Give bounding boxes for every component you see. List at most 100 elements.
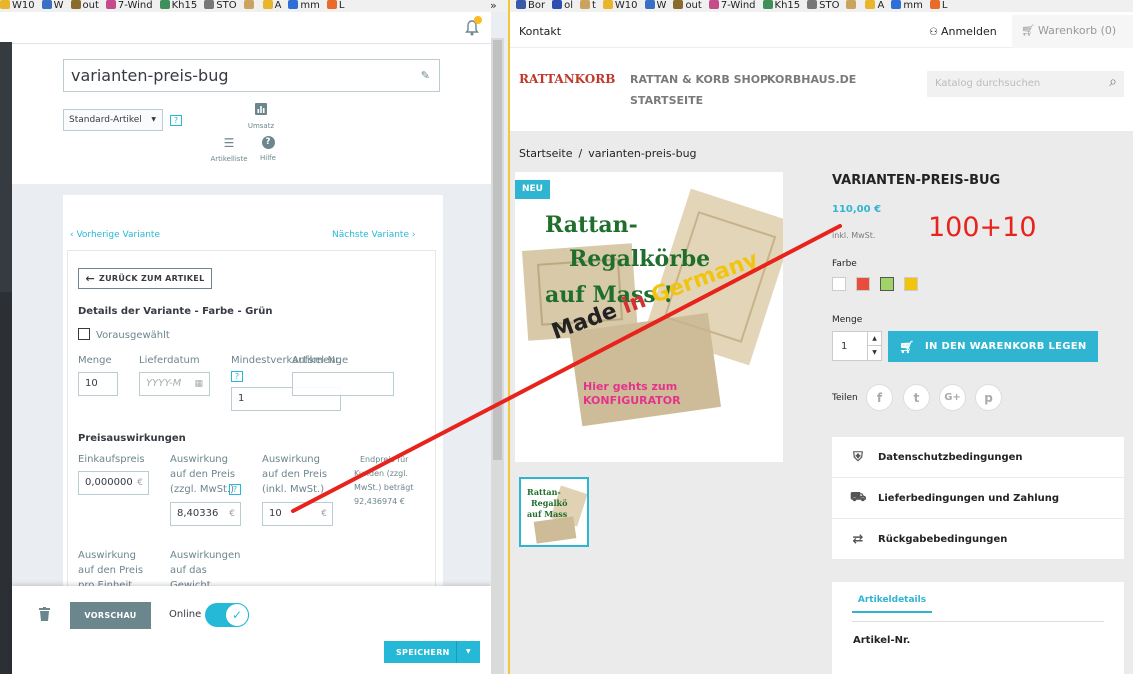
bookmark-favicon-icon bbox=[762, 0, 773, 9]
login-link[interactable]: ⚇ Anmelden bbox=[929, 25, 997, 38]
breadcrumb: Startseite / varianten-preis-bug bbox=[519, 147, 697, 160]
bookmark-item[interactable]: A bbox=[865, 0, 884, 11]
help-button[interactable]: ? Hilfe bbox=[256, 136, 280, 162]
quantity-input[interactable]: 10 bbox=[78, 372, 118, 396]
nav-korbhaus[interactable]: KORBHAUS.DE bbox=[767, 73, 856, 86]
qty-up-button[interactable]: ▲ bbox=[867, 332, 881, 346]
trash-icon[interactable] bbox=[39, 607, 50, 621]
pinterest-icon[interactable]: p bbox=[975, 384, 1002, 411]
google-plus-icon[interactable]: G+ bbox=[939, 384, 966, 411]
bookmark-item[interactable]: A bbox=[262, 0, 281, 11]
truck-icon: ⛟ bbox=[850, 489, 867, 505]
save-button[interactable]: SPEICHERN ▼ bbox=[384, 641, 480, 663]
bookmark-item[interactable]: Kh15 bbox=[159, 0, 197, 11]
bookmark-item[interactable]: STO bbox=[807, 0, 839, 11]
twitter-icon[interactable]: t bbox=[903, 384, 930, 411]
bookmark-item[interactable] bbox=[846, 0, 858, 11]
sales-stats-button[interactable]: Umsatz bbox=[246, 103, 276, 130]
product-image[interactable]: Rattan- Regalkörbe auf Mass ! Made in Ge… bbox=[515, 172, 783, 462]
contact-link[interactable]: Kontakt bbox=[519, 25, 561, 38]
bookmark-item[interactable]: mm bbox=[891, 0, 923, 11]
impact-excl-help-icon[interactable]: ? bbox=[229, 484, 241, 495]
bookmark-item[interactable]: STO bbox=[204, 0, 237, 11]
bookmark-item[interactable]: W bbox=[644, 0, 666, 11]
bookmark-item[interactable]: out bbox=[70, 0, 99, 11]
bookmark-label: out bbox=[685, 0, 702, 11]
tab-underline bbox=[852, 621, 1104, 622]
impact-incl-label: Auswirkung auf den Preis (inkl. MwSt.) bbox=[262, 454, 328, 495]
preselected-checkbox[interactable] bbox=[78, 328, 90, 340]
caret-down-icon[interactable]: ▼ bbox=[456, 641, 480, 663]
bookmark-favicon-icon bbox=[243, 0, 254, 9]
list-icon: ☰ bbox=[223, 136, 235, 150]
bookmark-item[interactable]: W bbox=[41, 0, 64, 11]
bookmark-item[interactable]: W10 bbox=[602, 0, 638, 11]
product-list-button[interactable]: ☰ Artikelliste bbox=[205, 137, 253, 163]
cart-link[interactable]: 🛒︎ Warenkorb (0) bbox=[1012, 15, 1133, 48]
swatch-red[interactable] bbox=[856, 277, 870, 291]
bookmark-favicon-icon bbox=[891, 0, 902, 9]
add-to-cart-button[interactable]: 🛒︎ IN DEN WARENKORB LEGEN bbox=[888, 331, 1098, 362]
bookmark-item[interactable]: Bor bbox=[516, 0, 545, 11]
impact-incl-input[interactable]: 10 € bbox=[262, 502, 333, 526]
nav-startseite[interactable]: STARTSEITE bbox=[630, 94, 703, 107]
new-badge: NEU bbox=[515, 180, 550, 199]
bookmark-item[interactable]: out bbox=[673, 0, 702, 11]
return-policy-block[interactable]: ⇄ Rückgabebedingungen bbox=[832, 519, 1124, 559]
product-name-input[interactable]: varianten-preis-bug ✎ bbox=[63, 59, 440, 92]
qty-down-button[interactable]: ▼ bbox=[867, 346, 881, 360]
bookmark-item[interactable]: W10 bbox=[0, 0, 35, 11]
arrow-left-icon: ← bbox=[85, 272, 96, 285]
privacy-policy-block[interactable]: ⛨ Datenschutzbedingungen bbox=[832, 437, 1124, 477]
prev-variant-link[interactable]: ‹ Vorherige Variante bbox=[70, 230, 160, 240]
shop-quantity-input[interactable]: 1 ▲ ▼ bbox=[832, 331, 882, 361]
bookmark-item[interactable]: mm bbox=[288, 0, 320, 11]
delivery-date-label: Lieferdatum bbox=[139, 355, 200, 366]
product-title: VARIANTEN-PREIS-BUG bbox=[832, 173, 1001, 188]
bookmark-label: W10 bbox=[12, 0, 35, 11]
facebook-icon[interactable]: f bbox=[866, 384, 893, 411]
bookmark-item[interactable] bbox=[243, 0, 256, 11]
bookmark-item[interactable]: L bbox=[326, 0, 345, 11]
delivery-terms-block[interactable]: ⛟ Lieferbedingungen und Zahlung bbox=[832, 478, 1124, 518]
impact-excl-input[interactable]: 8,40336 € bbox=[170, 502, 241, 526]
bookmark-item[interactable]: 7-Wind bbox=[708, 0, 756, 11]
min-qty-help-icon[interactable]: ? bbox=[231, 371, 243, 382]
tab-artikeldetails[interactable]: Artikeldetails bbox=[852, 595, 932, 613]
bookmark-favicon-icon bbox=[807, 0, 818, 9]
bookmark-item[interactable]: L bbox=[929, 0, 947, 11]
delivery-date-input[interactable]: YYYY-M ▦ bbox=[139, 372, 210, 396]
bookmark-item[interactable]: 7-Wind bbox=[105, 0, 153, 11]
online-toggle[interactable]: ✓ bbox=[205, 603, 249, 627]
search-input[interactable]: Katalog durchsuchen ⌕ bbox=[927, 71, 1124, 97]
pencil-icon: ✎ bbox=[420, 69, 430, 82]
cost-price-input[interactable]: 0,000000 € bbox=[78, 471, 149, 495]
bell-icon[interactable] bbox=[465, 16, 482, 36]
euro-addon: € bbox=[137, 478, 143, 488]
swatch-white[interactable] bbox=[832, 277, 846, 291]
bookmark-favicon-icon bbox=[846, 0, 857, 9]
bookmark-item[interactable]: t bbox=[580, 0, 596, 11]
bookmark-item[interactable]: Kh15 bbox=[762, 0, 800, 11]
product-list-label: Artikelliste bbox=[210, 155, 248, 163]
left-scrollbar-thumb[interactable] bbox=[493, 40, 502, 460]
next-variant-link[interactable]: Nächste Variante › bbox=[332, 230, 415, 240]
bookmark-label: STO bbox=[216, 0, 237, 11]
bookmark-favicon-icon bbox=[41, 0, 52, 9]
sku-input[interactable] bbox=[292, 372, 394, 396]
shop-logo[interactable]: RATTANKORB bbox=[519, 72, 615, 86]
window-divider bbox=[508, 0, 510, 674]
bookmarks-overflow-button[interactable]: » bbox=[490, 0, 497, 12]
bookmark-label: L bbox=[338, 0, 345, 11]
search-icon[interactable]: ⌕ bbox=[1109, 74, 1117, 90]
swatch-green[interactable] bbox=[880, 277, 894, 291]
swatch-yellow[interactable] bbox=[904, 277, 918, 291]
breadcrumb-home[interactable]: Startseite bbox=[519, 147, 573, 160]
thumbnail[interactable]: Rattan- Regalkö auf Mass bbox=[519, 477, 589, 547]
back-to-product-button[interactable]: ← ZURÜCK ZUM ARTIKEL bbox=[78, 268, 212, 289]
bookmark-item[interactable]: ol bbox=[552, 0, 573, 11]
product-type-help-icon[interactable]: ? bbox=[170, 115, 182, 126]
product-type-select[interactable]: Standard-Artikel ▼ bbox=[63, 109, 163, 131]
preview-button[interactable]: VORSCHAU bbox=[70, 602, 151, 629]
nav-rattan-shop[interactable]: RATTAN & KORB SHOP bbox=[630, 73, 768, 86]
